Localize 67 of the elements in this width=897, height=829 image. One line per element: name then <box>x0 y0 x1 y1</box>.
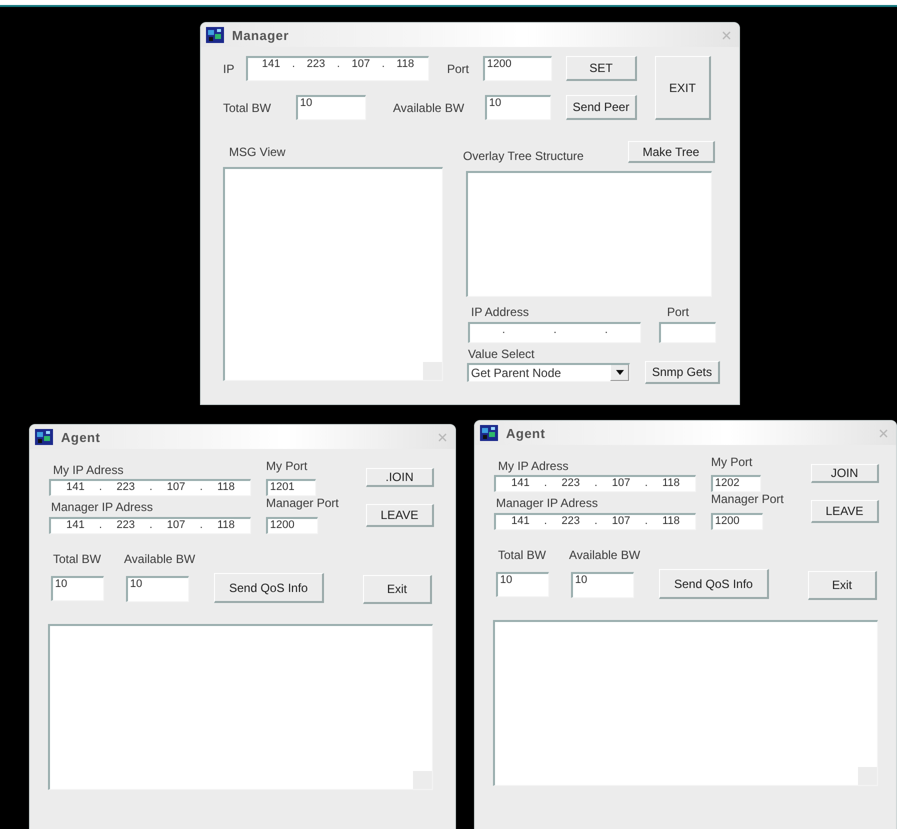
log-list[interactable] <box>48 624 433 790</box>
value-select-label: Value Select <box>468 347 536 361</box>
close-icon[interactable] <box>722 30 731 40</box>
text-field[interactable]: 10 <box>126 576 189 602</box>
exit-button[interactable]: Exit <box>808 571 877 600</box>
app-icon <box>206 27 224 43</box>
join-button[interactable]: JOIN <box>811 464 879 483</box>
manager-port-label: Manager Port <box>711 492 785 506</box>
available-bw-label: Available BW <box>569 548 640 562</box>
window-title: Agent <box>61 430 100 444</box>
my-ip-label: My IP Adress <box>498 459 570 473</box>
message-list[interactable] <box>223 167 443 381</box>
total-bw-label: Total BW <box>223 100 272 114</box>
manager-ip-label: Manager IP Adress <box>51 500 154 514</box>
manager-ip-label: Manager IP Adress <box>496 496 599 510</box>
set-button[interactable]: SET <box>566 56 637 81</box>
text-field[interactable]: 1201 <box>266 479 316 496</box>
total-bw-label: Total BW <box>498 548 548 562</box>
tree-view[interactable] <box>466 171 712 297</box>
my-port-label: My Port <box>711 455 754 469</box>
leave-button[interactable]: LEAVE <box>366 504 434 526</box>
ip-label: IP <box>223 62 236 76</box>
text-field[interactable]: 10 <box>485 95 551 120</box>
text-field[interactable]: 1202 <box>711 475 761 492</box>
my-ip-label: My IP Adress <box>53 463 124 477</box>
available-bw-label: Available BW <box>124 552 196 566</box>
exit-button[interactable]: EXIT <box>655 56 711 120</box>
text-field[interactable]: 10 <box>496 572 549 597</box>
dropdown-arrow-icon <box>616 370 624 375</box>
close-icon[interactable] <box>438 432 447 442</box>
app-icon <box>480 425 498 441</box>
ip-address-field[interactable]: 141 . 223 . 107 . 118 <box>494 475 696 492</box>
snmp-gets-button[interactable]: Snmp Gets <box>645 361 720 384</box>
send-qos-button[interactable]: Send QoS Info <box>214 573 324 603</box>
ip-address-field[interactable]: . . . <box>468 322 641 343</box>
available-bw-label: Available BW <box>393 100 466 114</box>
log-list[interactable] <box>493 620 878 786</box>
make-tree-button[interactable]: Make Tree <box>628 141 715 163</box>
port-label: Port <box>447 62 470 76</box>
ip-address-label: IP Address <box>471 305 529 319</box>
window-title: Manager <box>232 28 289 42</box>
send-qos-button[interactable]: Send QoS Info <box>659 569 769 599</box>
text-field[interactable]: 10 <box>296 95 366 120</box>
send-peer-button[interactable]: Send Peer <box>566 95 637 120</box>
value-select-dropdown[interactable]: Get Parent Node <box>467 363 630 382</box>
window-title: Agent <box>506 426 546 440</box>
text-field[interactable] <box>659 322 716 343</box>
ip-address-field[interactable]: 141 . 223 . 107 . 118 <box>49 517 251 534</box>
app-icon <box>35 429 53 445</box>
leave-button[interactable]: LEAVE <box>811 500 879 522</box>
join-button[interactable]: .IOIN <box>366 468 434 487</box>
overlay-tree-label: Overlay Tree Structure <box>463 149 584 163</box>
text-field[interactable]: 1200 <box>266 517 318 534</box>
text-field[interactable]: 1200 <box>483 56 552 81</box>
manager-port-label: Manager Port <box>266 496 340 510</box>
msg-view-label: MSG View <box>229 145 286 161</box>
ip-address-field[interactable]: 141 . 223 . 107 . 118 <box>246 56 429 81</box>
my-port-label: My Port <box>266 459 308 473</box>
text-field[interactable]: 1200 <box>711 513 763 530</box>
exit-button[interactable]: Exit <box>363 575 432 604</box>
close-icon[interactable] <box>879 428 888 438</box>
ip-address-field[interactable]: 141 . 223 . 107 . 118 <box>494 513 696 530</box>
ip-address-field[interactable]: 141 . 223 . 107 . 118 <box>49 479 251 496</box>
port-label: Port <box>666 305 689 319</box>
text-field[interactable]: 10 <box>51 576 104 601</box>
text-field[interactable]: 10 <box>571 572 634 598</box>
total-bw-label: Total BW <box>53 552 102 566</box>
